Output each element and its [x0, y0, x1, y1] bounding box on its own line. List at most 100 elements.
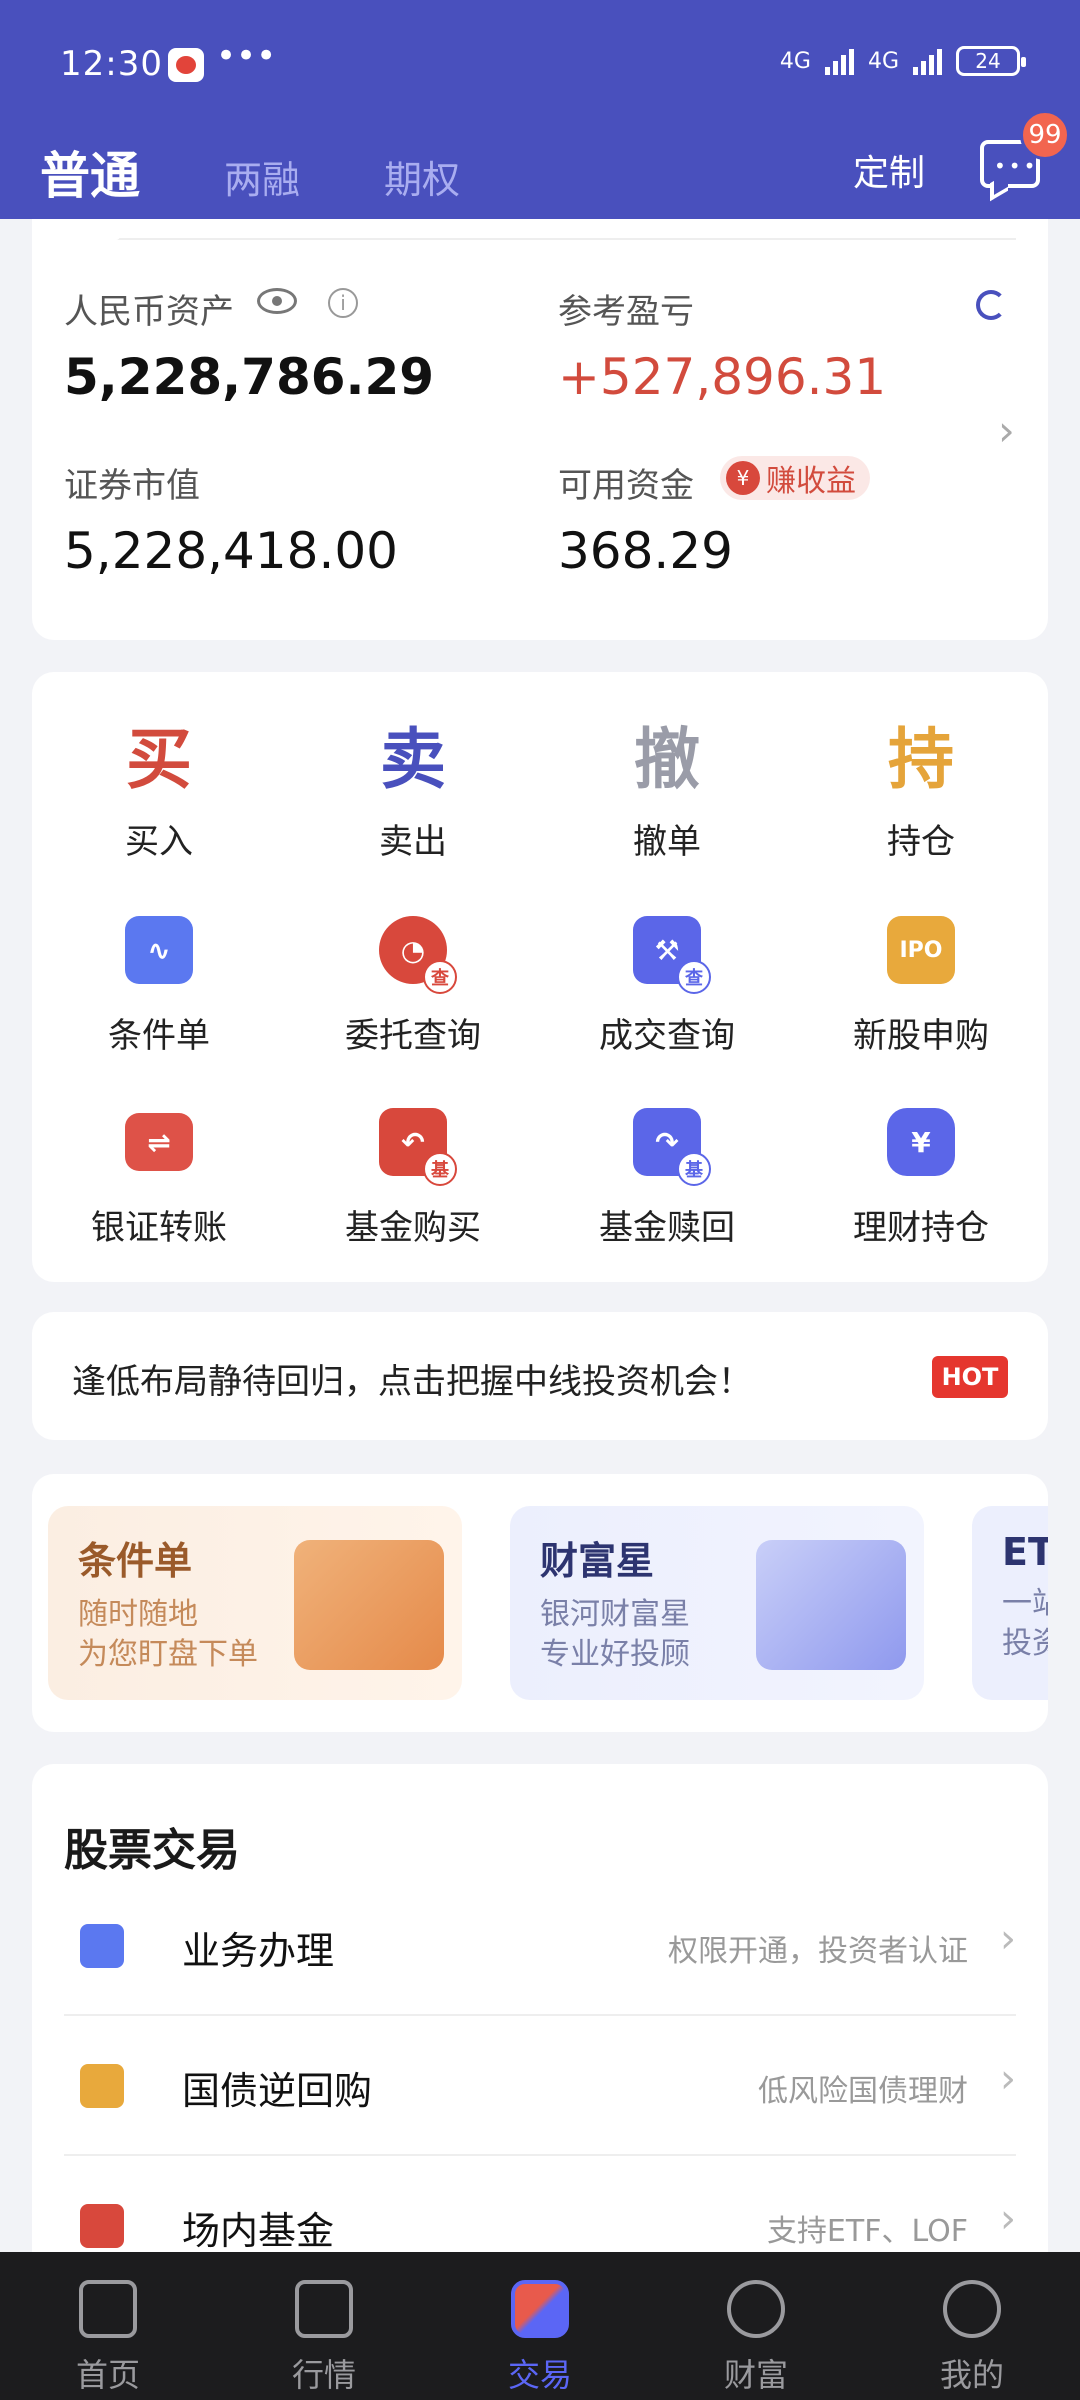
buy-button[interactable]: 买 买入 [32, 716, 286, 863]
buy-glyph: 买 [126, 721, 192, 798]
nav-wealth[interactable]: 财富 [648, 2252, 864, 2400]
promo-line2: 投资 [1002, 1626, 1048, 1661]
bottom-nav: 首页 行情 交易 财富 我的 [0, 2252, 1080, 2400]
account-tabs: 普通 两融 期权 [40, 136, 460, 240]
holdings-button[interactable]: 持 持仓 [794, 716, 1048, 863]
available-funds-label: 可用资金 [558, 466, 694, 506]
trade-query-button[interactable]: ⚒ 查 成交查询 [540, 916, 794, 1057]
notification-app-icon [168, 48, 204, 82]
status-time: 12:30 [60, 44, 163, 84]
nav-label: 交易 [507, 2356, 572, 2394]
conditional-order-icon: ∿ [125, 916, 193, 984]
promo-card-wealth-star[interactable]: 财富星 银河财富星 专业好投顾 [510, 1506, 924, 1700]
fund-purchase-label: 基金购买 [345, 1208, 481, 1248]
bank-transfer-button[interactable]: ⇌ 银证转账 [32, 1108, 286, 1249]
ai-illustration-icon [294, 1540, 444, 1670]
promo-card-etf[interactable]: ETF 一站 投资 [972, 1506, 1048, 1700]
conditional-order-button[interactable]: ∿ 条件单 [32, 916, 286, 1057]
row-label: 业务办理 [182, 1929, 335, 1973]
network-4g-label-2: 4G [867, 48, 899, 74]
pnl-label: 参考盈亏 [558, 292, 694, 332]
assets-card[interactable]: 人民币资产 i 5,228,786.29 参考盈亏 +527,896.31 › … [32, 200, 1048, 640]
bank-transfer-label: 银证转账 [91, 1208, 227, 1248]
fund-purchase-button[interactable]: ↶ 基 基金购买 [286, 1108, 540, 1249]
ipo-subscribe-label: 新股申购 [853, 1016, 989, 1056]
eye-icon[interactable] [257, 288, 297, 314]
nav-trade[interactable]: 交易 [432, 2252, 648, 2400]
refresh-icon[interactable] [976, 290, 1006, 320]
home-icon [79, 2280, 137, 2338]
wealth-holdings-label: 理财持仓 [853, 1208, 989, 1248]
tab-margin[interactable]: 两融 [224, 149, 300, 204]
promo-card-conditional[interactable]: 条件单 随时随地 为您盯盘下单 [48, 1506, 462, 1700]
fund-purchase-icon: ↶ 基 [379, 1108, 457, 1186]
nav-market[interactable]: 行情 [216, 2252, 432, 2400]
fund-redeem-button[interactable]: ↷ 基 基金赎回 [540, 1108, 794, 1249]
network-4g-label-1: 4G [779, 48, 811, 74]
ipo-icon: IPO [887, 916, 955, 984]
row-desc: 低风险国债理财 [758, 2074, 968, 2109]
chevron-right-icon: › [1000, 1916, 1016, 1962]
conditional-order-label: 条件单 [108, 1016, 210, 1056]
ipo-subscribe-button[interactable]: IPO 新股申购 [794, 916, 1048, 1057]
banner-text: 逢低布局静待回归，点击把握中线投资机会！ [72, 1362, 752, 1402]
message-badge: 99 [1020, 110, 1070, 160]
order-query-button[interactable]: ◔ 查 委托查询 [286, 916, 540, 1057]
buy-label: 买入 [125, 822, 193, 862]
rmb-assets-label: 人民币资产 [64, 292, 234, 332]
list-item-business[interactable]: 业务办理 权限开通，投资者认证 › [64, 1876, 1016, 2016]
wealth-holdings-icon: ¥ [887, 1108, 955, 1176]
row-label: 场内基金 [182, 2209, 335, 2253]
trade-query-label: 成交查询 [599, 1016, 735, 1056]
chevron-right-icon: › [1000, 2056, 1016, 2102]
row-desc: 权限开通，投资者认证 [668, 1934, 968, 1969]
info-icon[interactable]: i [328, 288, 358, 318]
cancel-glyph: 撤 [634, 721, 700, 798]
tab-normal[interactable]: 普通 [40, 136, 140, 240]
top-header: 12:30 ••• 4G 4G 24 普通 两融 期权 定制 ••• 99 [0, 0, 1080, 240]
bond-icon [80, 2064, 124, 2108]
advisor-illustration-icon [756, 1540, 906, 1670]
securities-value-label: 证券市值 [64, 466, 200, 506]
trade-actions-card: 买 买入 卖 卖出 撤 撤单 持 持仓 ∿ 条件单 ◔ 查 委托查询 ⚒ 查 成交查… [32, 672, 1048, 1282]
list-item-reverse-repo[interactable]: 国债逆回购 低风险国债理财 › [64, 2016, 1016, 2156]
coin-icon: ¥ [726, 461, 760, 495]
status-indicators: 4G 4G 24 [779, 46, 1026, 76]
nav-home[interactable]: 首页 [0, 2252, 216, 2400]
promo-line1: 一站 [1002, 1586, 1048, 1621]
cancel-order-button[interactable]: 撤 撤单 [540, 716, 794, 863]
available-funds-value: 368.29 [558, 522, 733, 580]
holdings-glyph: 持 [888, 721, 954, 798]
checklist-icon [80, 1924, 124, 1968]
chart-icon [80, 2204, 124, 2248]
earn-yield-tag[interactable]: ¥ 赚收益 [720, 456, 870, 500]
cancel-order-label: 撤单 [633, 822, 701, 862]
nav-label: 财富 [723, 2356, 788, 2394]
promo-carousel: 条件单 随时随地 为您盯盘下单 财富星 银河财富星 专业好投顾 ETF 一站 投… [32, 1474, 1048, 1732]
wealth-holdings-button[interactable]: ¥ 理财持仓 [794, 1108, 1048, 1249]
promo-banner[interactable]: 逢低布局静待回归，点击把握中线投资机会！ HOT [32, 1312, 1048, 1440]
nav-label: 行情 [291, 2356, 356, 2394]
chevron-right-icon[interactable]: › [998, 406, 1015, 455]
chart-line-icon [295, 2280, 353, 2338]
nav-label: 首页 [75, 2356, 140, 2394]
sell-label: 卖出 [379, 822, 447, 862]
divider [64, 238, 1016, 240]
customize-button[interactable]: 定制 [853, 144, 925, 196]
securities-value: 5,228,418.00 [64, 522, 398, 580]
nav-profile[interactable]: 我的 [864, 2252, 1080, 2400]
order-query-label: 委托查询 [345, 1016, 481, 1056]
nav-label: 我的 [939, 2356, 1004, 2394]
profile-icon [943, 2280, 1001, 2338]
tab-options[interactable]: 期权 [384, 149, 460, 204]
battery-icon: 24 [956, 46, 1026, 76]
row-desc: 支持ETF、LOF [766, 2214, 968, 2249]
rmb-assets-value: 5,228,786.29 [64, 348, 435, 406]
gavel-query-icon: ⚒ 查 [633, 916, 711, 994]
hot-badge: HOT [932, 1356, 1008, 1398]
sell-button[interactable]: 卖 卖出 [286, 716, 540, 863]
battery-level: 24 [975, 49, 1001, 73]
section-title: 股票交易 [64, 1825, 240, 1876]
fund-redeem-label: 基金赎回 [599, 1208, 735, 1248]
chevron-right-icon: › [1000, 2196, 1016, 2242]
